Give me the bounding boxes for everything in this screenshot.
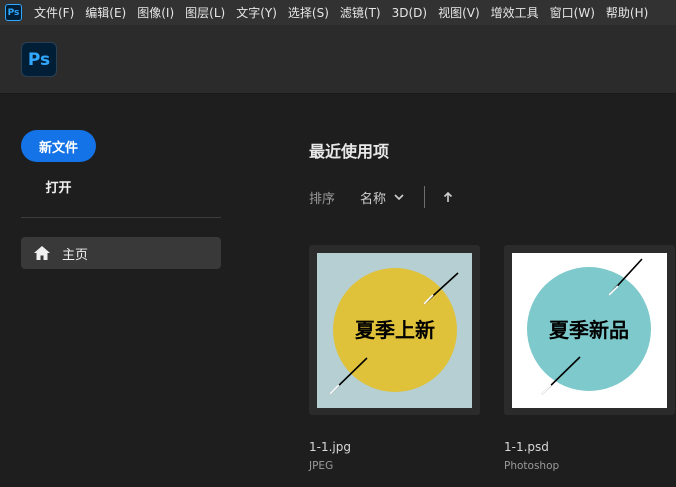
- recent-file-card[interactable]: 夏季上新: [309, 245, 480, 415]
- thumbnail-text: 夏季新品: [549, 318, 629, 342]
- menu-plugins[interactable]: 增效工具: [491, 4, 539, 21]
- menu-file[interactable]: 文件(F): [34, 4, 74, 21]
- file-type: Photoshop: [504, 460, 560, 472]
- photoshop-app-logo-icon: Ps: [21, 42, 57, 77]
- recent-title: 最近使用项: [309, 142, 390, 161]
- menu-view[interactable]: 视图(V): [438, 4, 480, 21]
- file-type: JPEG: [309, 460, 334, 472]
- menu-edit[interactable]: 编辑(E): [85, 4, 126, 21]
- file-thumbnail: 夏季上新: [317, 253, 472, 408]
- photoshop-logo-icon: Ps: [5, 4, 22, 21]
- thumbnail-text: 夏季上新: [355, 318, 435, 342]
- menu-3d[interactable]: 3D(D): [392, 6, 427, 20]
- menu-window[interactable]: 窗口(W): [550, 4, 595, 21]
- sidebar-divider: [21, 217, 221, 218]
- sort-dropdown[interactable]: 名称: [360, 188, 404, 207]
- menu-select[interactable]: 选择(S): [288, 4, 329, 21]
- sort-controls: 排序 名称: [309, 185, 453, 209]
- open-button[interactable]: 打开: [21, 172, 96, 200]
- sidebar-item-home[interactable]: 主页: [21, 237, 221, 269]
- file-thumbnail: 夏季新品: [512, 253, 667, 408]
- sort-divider: [424, 186, 426, 208]
- recent-file-card[interactable]: 夏季新品: [504, 245, 675, 415]
- menu-image[interactable]: 图像(I): [137, 4, 174, 21]
- menu-help[interactable]: 帮助(H): [606, 4, 648, 21]
- menu-filter[interactable]: 滤镜(T): [340, 4, 381, 21]
- file-name[interactable]: 1-1.psd: [504, 440, 549, 454]
- sidebar-item-label: 主页: [62, 247, 89, 263]
- chevron-down-icon: [394, 193, 404, 201]
- home-icon: [33, 244, 51, 262]
- sort-ascending-icon[interactable]: [443, 191, 453, 203]
- file-name[interactable]: 1-1.jpg: [309, 440, 351, 454]
- menu-type[interactable]: 文字(Y): [236, 4, 277, 21]
- sort-label: 排序: [309, 191, 336, 207]
- app-header: Ps: [0, 25, 676, 94]
- menu-bar: Ps 文件(F) 编辑(E) 图像(I) 图层(L) 文字(Y) 选择(S) 滤…: [0, 0, 676, 25]
- new-file-button[interactable]: 新文件: [21, 130, 96, 162]
- menu-layer[interactable]: 图层(L): [185, 4, 225, 21]
- sort-value: 名称: [360, 191, 387, 207]
